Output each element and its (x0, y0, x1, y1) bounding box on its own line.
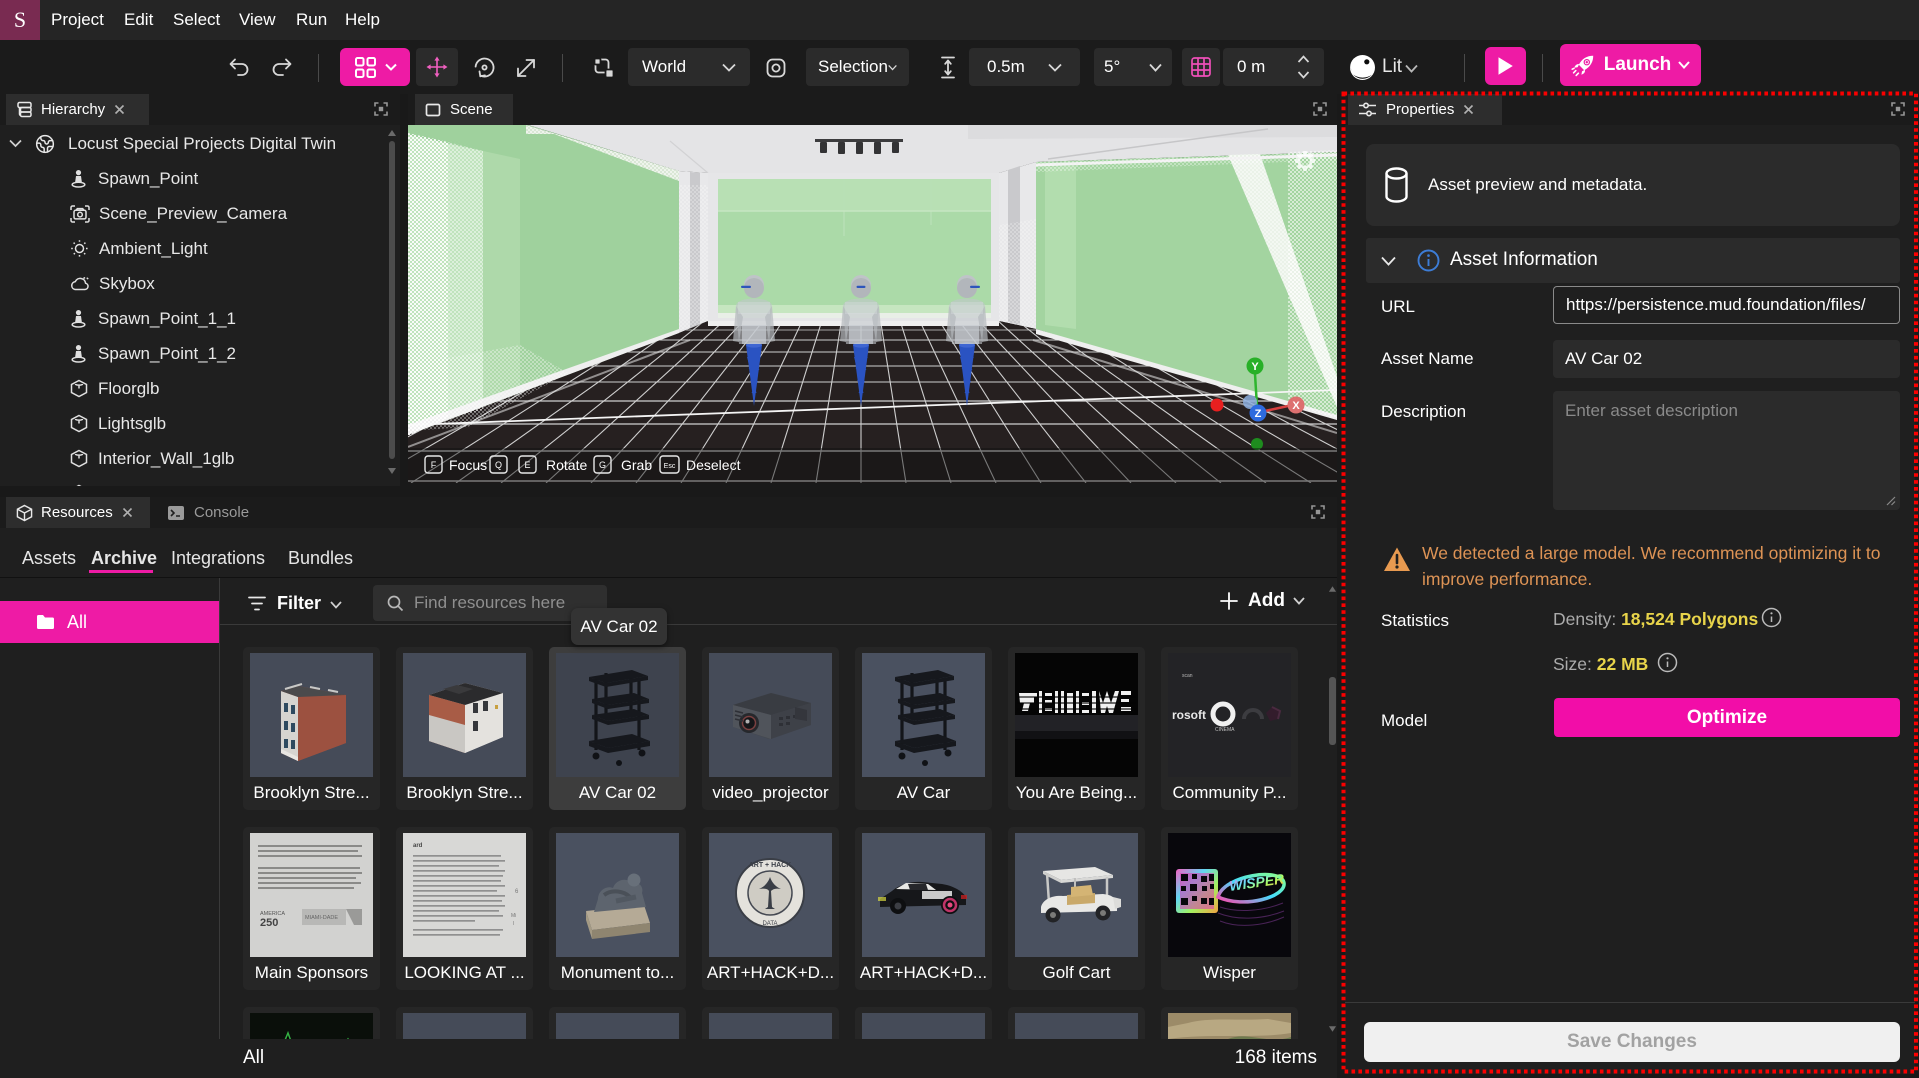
svg-text:E: E (524, 460, 530, 470)
svg-text:ART + HACK: ART + HACK (749, 862, 792, 869)
svg-text:250: 250 (260, 917, 278, 929)
svg-text:Mi: Mi (511, 913, 516, 919)
svg-text:DATA: DATA (762, 921, 777, 927)
svg-text:F: F (431, 460, 437, 470)
svg-text:ard: ard (413, 843, 423, 849)
svg-text:6: 6 (515, 889, 519, 895)
svg-text:I: I (513, 921, 514, 927)
svg-text:Q: Q (495, 460, 502, 470)
svg-text:G: G (599, 460, 606, 470)
svg-text:Esc: Esc (664, 463, 676, 470)
svg-text:Focus: Focus (449, 457, 487, 473)
svg-text:Y: Y (1251, 361, 1259, 373)
svg-text:Rotate: Rotate (546, 457, 587, 473)
svg-text:Deselect: Deselect (686, 457, 741, 473)
svg-text:Z: Z (1255, 408, 1262, 420)
svg-text:WISPER: WISPER (1228, 870, 1286, 894)
svg-text:MIAMI-DADE: MIAMI-DADE (305, 915, 338, 921)
svg-text:rosoft: rosoft (1172, 708, 1206, 722)
svg-text:Grab: Grab (621, 457, 652, 473)
svg-text:scan: scan (1182, 673, 1193, 679)
svg-text:CINEMA: CINEMA (1215, 727, 1235, 733)
svg-text:X: X (1292, 400, 1300, 412)
